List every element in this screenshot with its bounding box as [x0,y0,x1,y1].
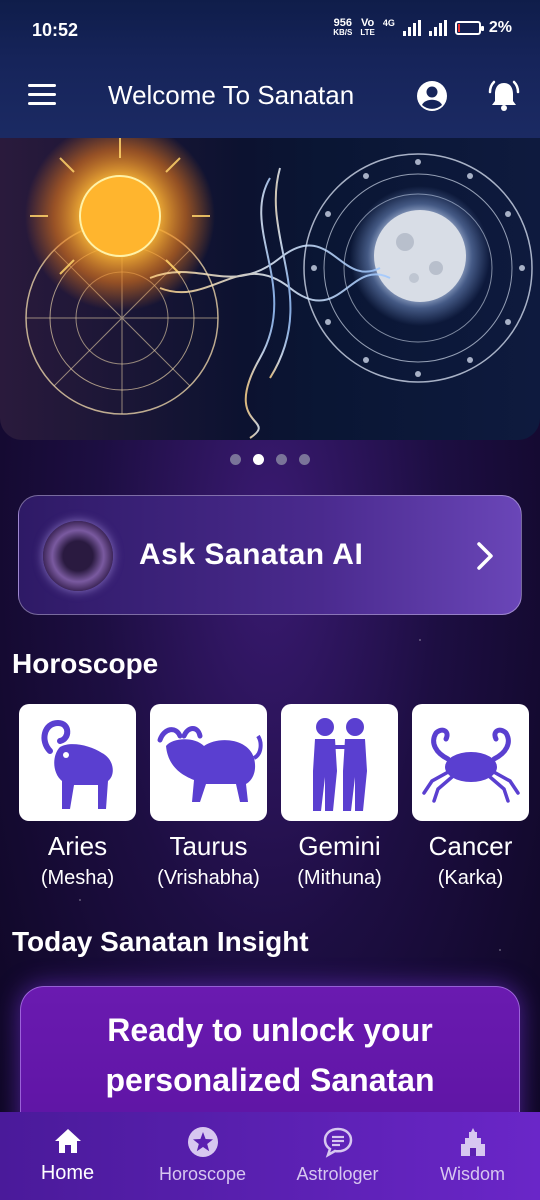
battery-percent: 2% [488,19,512,36]
insight-section-title: Today Sanatan Insight [12,926,309,957]
battery-icon [454,21,484,35]
zodiac-sanskrit-name: (Mesha) [40,867,115,889]
temple-icon [460,1128,485,1156]
status-time: 10:52 [32,20,79,40]
zodiac-taurus[interactable]: Taurus (Vrishabha) [150,704,267,890]
network-speed-value: 956 [333,17,352,29]
chat-icon [323,1127,352,1158]
carousel-dot-3[interactable] [276,454,287,465]
nav-label: Wisdom [439,1164,505,1184]
nav-label: Astrologer [296,1164,379,1184]
bell-icon[interactable] [486,78,522,114]
vo-label: Vo [360,17,375,29]
zodiac-gemini[interactable]: Gemini (Mithuna) [281,704,398,890]
network-type: 4G [382,18,395,28]
menu-icon[interactable] [28,84,56,108]
nav-wisdom[interactable]: Wisdom [405,1112,540,1200]
app-bar: Welcome To Sanatan [0,60,540,138]
zodiac-name: Gemini [298,831,381,861]
zodiac-sanskrit-name: (Vrishabha) [157,867,260,889]
zodiac-name: Aries [47,831,108,861]
nav-astrologer[interactable]: Astrologer [270,1112,405,1200]
page-title: Welcome To Sanatan [108,80,355,110]
zodiac-name: Taurus [169,831,248,861]
taurus-icon [150,704,267,821]
cancer-icon [412,704,529,821]
chevron-right-icon [477,542,493,570]
nav-label: Horoscope [158,1164,247,1184]
profile-icon[interactable] [416,80,448,112]
status-indicators: 956 KB/S Vo LTE 4G 2% [333,18,512,38]
zodiac-aries[interactable]: Aries (Mesha) [19,704,136,890]
carousel-dot-1[interactable] [230,454,241,465]
status-bar: 10:52 956 KB/S Vo LTE 4G 2% [0,0,540,60]
carousel-dot-4[interactable] [299,454,310,465]
nav-horoscope[interactable]: Horoscope [135,1112,270,1200]
sun-moon-zodiac-illustration [25,138,533,439]
nav-home[interactable]: Home [0,1112,135,1200]
signal-1-icon [402,20,421,36]
volte-indicator: Vo LTE [360,18,375,38]
zodiac-list: Aries (Mesha) Taurus (Vrishabha) Gemini [19,704,529,890]
network-speed-unit: KB/S [333,28,353,37]
aries-icon [19,704,136,821]
zodiac-cancer[interactable]: Cancer (Karka) [412,704,529,890]
moon [350,186,490,326]
gemini-icon [281,704,398,821]
horoscope-section-title: Horoscope [12,648,159,679]
ask-sanatan-ai-button[interactable]: Ask Sanatan AI [18,495,522,615]
carousel-indicators [0,454,540,465]
ai-orb-icon [43,521,113,591]
ask-ai-label: Ask Sanatan AI [139,538,364,571]
zodiac-sanskrit-name: (Mithuna) [297,867,382,889]
zodiac-name: Cancer [428,831,513,861]
network-speed: 956 KB/S [333,18,352,38]
carousel-dot-2[interactable] [253,454,264,465]
bottom-navigation: Home Horoscope Astrologer Wisdom [0,1112,540,1200]
lte-label: LTE [360,28,375,37]
nav-label: Home [40,1162,95,1184]
home-icon [54,1129,81,1153]
star-icon [187,1127,218,1157]
signal-2-icon [428,20,447,36]
banner-carousel[interactable] [0,138,540,440]
zodiac-sanskrit-name: (Karka) [437,867,504,889]
